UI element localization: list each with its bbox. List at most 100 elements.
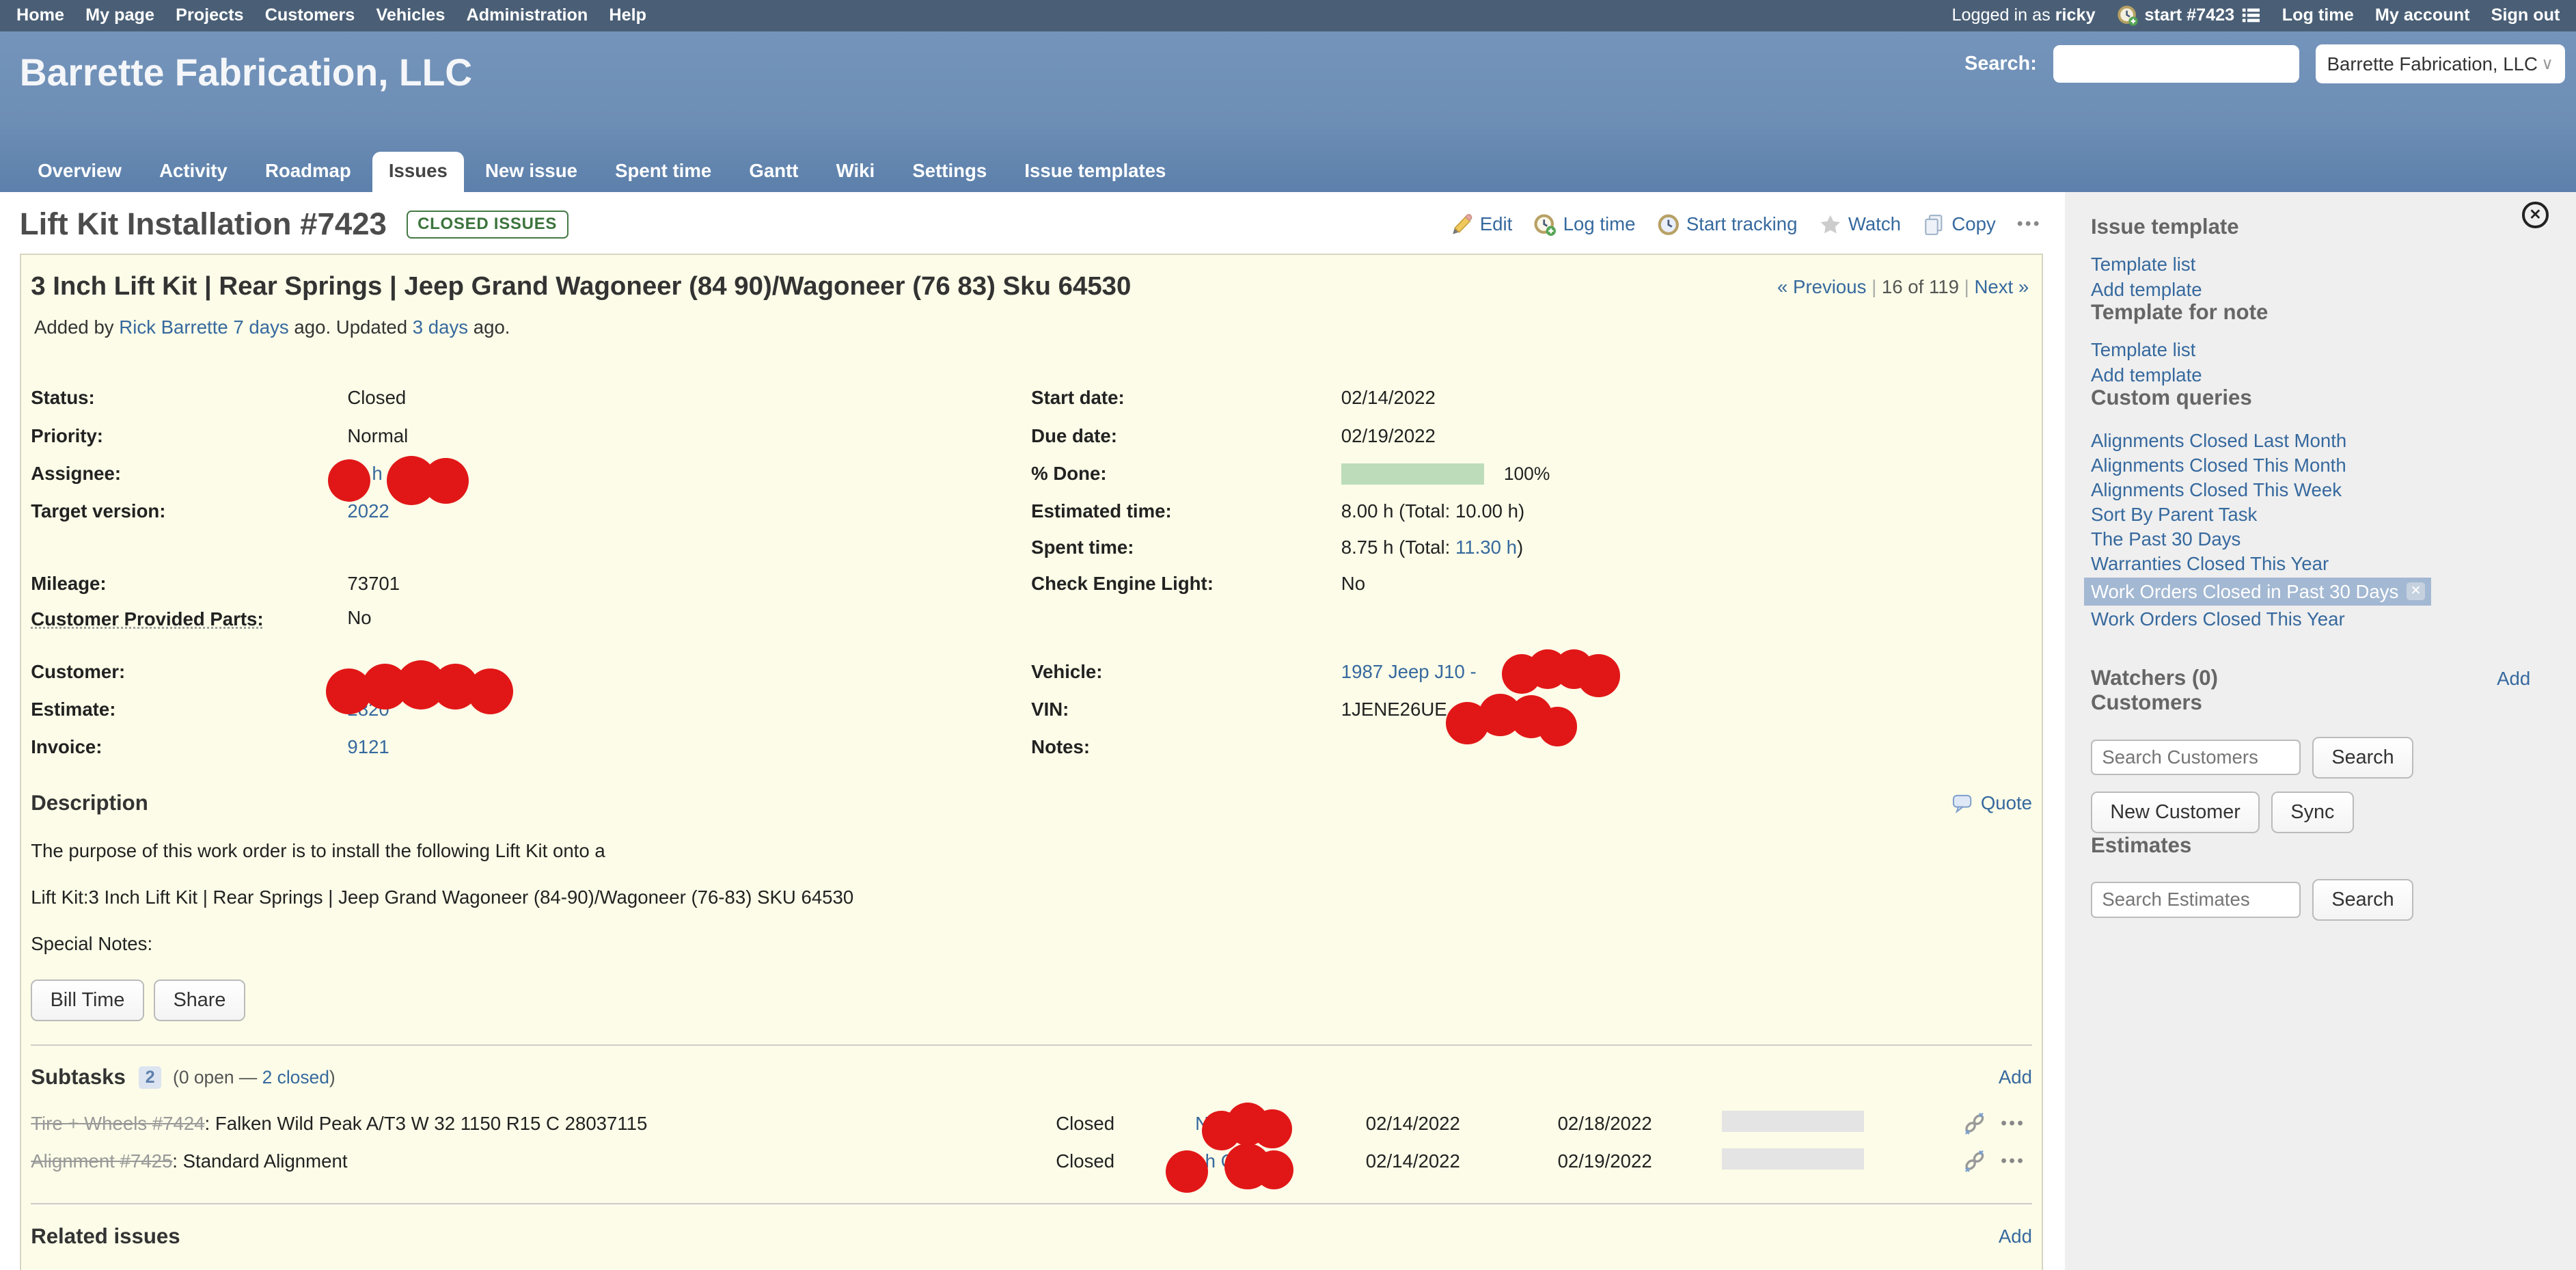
subtask-more-button[interactable]: ••• <box>2001 1152 2025 1171</box>
custom-query-link[interactable]: Warranties Closed This Year <box>2091 553 2329 574</box>
check-engine-light-value: No <box>1341 573 2032 595</box>
topbar-log-time[interactable]: Log time <box>2282 5 2354 25</box>
search-input[interactable] <box>2053 45 2299 83</box>
attributes-grid: Status: Closed Start date: 02/14/2022 Pr… <box>31 379 2032 766</box>
topbar-vehicles[interactable]: Vehicles <box>376 5 446 25</box>
add-subtask-link[interactable]: Add <box>1999 1066 2032 1088</box>
topbar-my-page[interactable]: My page <box>85 5 154 25</box>
subtask-assignee[interactable]: N <box>1173 1113 1366 1135</box>
tab-spent-time[interactable]: Spent time <box>599 152 728 191</box>
tab-gantt[interactable]: Gantt <box>732 152 814 191</box>
custom-query-link[interactable]: Sort By Parent Task <box>2091 504 2257 525</box>
custom-query-link[interactable]: Alignments Closed This Week <box>2091 479 2342 500</box>
subtask-more-button[interactable]: ••• <box>2001 1114 2025 1133</box>
custom-query-link[interactable]: Alignments Closed Last Month <box>2091 430 2346 451</box>
more-actions-button[interactable]: ••• <box>2017 215 2042 234</box>
issue-actions: Edit Log time Start tracking Watch Copy … <box>1429 213 2042 237</box>
custom-query-link[interactable]: Alignments Closed This Month <box>2091 455 2346 476</box>
tab-wiki[interactable]: Wiki <box>820 152 891 191</box>
updated-ago-link[interactable]: 3 days <box>413 316 468 338</box>
tab-settings[interactable]: Settings <box>896 152 1003 191</box>
template-for-note-heading: Template for note <box>2091 300 2550 325</box>
subtask-start-date: 02/14/2022 <box>1366 1113 1558 1135</box>
add-watcher-link[interactable]: Add <box>2497 668 2530 690</box>
add-related-issue-link[interactable]: Add <box>1999 1226 2032 1247</box>
close-icon[interactable]: ✕ <box>2522 202 2548 228</box>
closed-subtasks-link[interactable]: 2 closed <box>262 1067 329 1087</box>
custom-queries-list: Alignments Closed Last Month Alignments … <box>2091 430 2550 630</box>
tab-overview[interactable]: Overview <box>21 152 138 191</box>
subtasks-count-badge: 2 <box>139 1066 161 1090</box>
share-button[interactable]: Share <box>154 979 245 1021</box>
custom-query-link[interactable]: The Past 30 Days <box>2091 528 2241 550</box>
add-template-link[interactable]: Add template <box>2091 280 2550 300</box>
chevron-down-icon: ∨ <box>2541 54 2553 74</box>
author-link[interactable]: Rick Barrette <box>119 316 228 338</box>
invoice-link[interactable]: 9121 <box>347 736 389 757</box>
customer-provided-parts-label: Customer Provided Parts: <box>31 608 263 630</box>
star-icon <box>1819 213 1842 237</box>
redaction-mark <box>1538 707 1578 746</box>
start-tracking-button[interactable]: Start tracking <box>1657 213 1798 237</box>
watch-button[interactable]: Watch <box>1819 213 1901 237</box>
tab-issues[interactable]: Issues <box>372 152 464 191</box>
custom-query-link[interactable]: Work Orders Closed This Year <box>2091 608 2345 630</box>
topbar-my-account[interactable]: My account <box>2375 5 2470 25</box>
unlink-icon[interactable] <box>1963 1112 1986 1135</box>
clear-query-icon[interactable]: ✕ <box>2407 582 2424 600</box>
tracker-list-icon[interactable] <box>2241 5 2261 25</box>
subtask-assignee[interactable]: h C <box>1173 1150 1366 1172</box>
quote-button[interactable]: Quote <box>1951 792 2032 814</box>
previous-issue-link[interactable]: « Previous <box>1777 276 1866 297</box>
subtask-ref-link[interactable]: Alignment #7425 <box>31 1150 172 1172</box>
new-customer-button[interactable]: New Customer <box>2091 792 2260 833</box>
tab-activity[interactable]: Activity <box>143 152 244 191</box>
topbar-home[interactable]: Home <box>16 5 64 25</box>
total-spent-time-link[interactable]: 11.30 h <box>1455 537 1517 558</box>
template-list-link[interactable]: Template list <box>2091 254 2550 275</box>
subtask-ref-link[interactable]: Tire + Wheels #7424 <box>31 1113 204 1134</box>
search-estimates-input[interactable] <box>2091 882 2301 918</box>
note-add-template-link[interactable]: Add template <box>2091 365 2550 386</box>
estimate-label: Estimate: <box>31 699 347 720</box>
subtask-row: Tire + Wheels #7424: Falken Wild Peak A/… <box>31 1105 2032 1142</box>
bill-time-button[interactable]: Bill Time <box>31 979 144 1021</box>
target-version-link[interactable]: 2022 <box>347 500 389 522</box>
start-date-value: 02/14/2022 <box>1341 387 2032 409</box>
tab-new-issue[interactable]: New issue <box>469 152 594 191</box>
vehicle-link[interactable]: 1987 Jeep J10 - <box>1341 661 1477 682</box>
topbar-administration[interactable]: Administration <box>467 5 588 25</box>
subtask-row: Alignment #7425: Standard Alignment Clos… <box>31 1142 2032 1180</box>
project-jump-select[interactable]: Barrette Fabrication, LLC ∨ <box>2316 44 2565 84</box>
redmine-app: Home My page Projects Customers Vehicles… <box>0 0 2576 1270</box>
copy-button[interactable]: Copy <box>1922 213 1996 237</box>
log-time-button[interactable]: Log time <box>1533 213 1635 237</box>
unlink-icon[interactable] <box>1963 1150 1986 1173</box>
topbar-projects[interactable]: Projects <box>176 5 243 25</box>
sync-button[interactable]: Sync <box>2271 792 2354 833</box>
watchers-heading: Watchers (0) <box>2091 666 2218 690</box>
search-customers-input[interactable] <box>2091 740 2301 776</box>
tab-roadmap[interactable]: Roadmap <box>249 152 368 191</box>
assignee-value[interactable]: h C <box>347 463 1031 485</box>
copy-icon <box>1922 213 1945 237</box>
subtask-due-date: 02/18/2022 <box>1558 1113 1722 1135</box>
time-tracker-start[interactable]: start #7423 <box>2117 5 2261 26</box>
custom-query-selected[interactable]: Work Orders Closed in Past 30 Days✕ <box>2084 578 2431 606</box>
redaction-mark <box>1528 649 1567 689</box>
topbar-customers[interactable]: Customers <box>265 5 355 25</box>
search-customers-button[interactable]: Search <box>2312 737 2413 779</box>
start-date-label: Start date: <box>1031 387 1341 409</box>
estimate-link[interactable]: 2820 <box>347 699 389 720</box>
note-template-list-link[interactable]: Template list <box>2091 340 2550 360</box>
next-issue-link[interactable]: Next » <box>1974 276 2029 297</box>
topbar-sign-out[interactable]: Sign out <box>2491 5 2560 25</box>
redaction-mark <box>423 458 469 504</box>
topbar-help[interactable]: Help <box>609 5 646 25</box>
tab-issue-templates[interactable]: Issue templates <box>1008 152 1182 191</box>
issue-details-box: « Previous | 16 of 119 | Next » 3 Inch L… <box>20 254 2044 1269</box>
created-ago-link[interactable]: 7 days <box>233 316 288 338</box>
search-estimates-button[interactable]: Search <box>2312 879 2413 921</box>
redaction-mark <box>1479 694 1521 736</box>
edit-button[interactable]: Edit <box>1451 213 1513 237</box>
